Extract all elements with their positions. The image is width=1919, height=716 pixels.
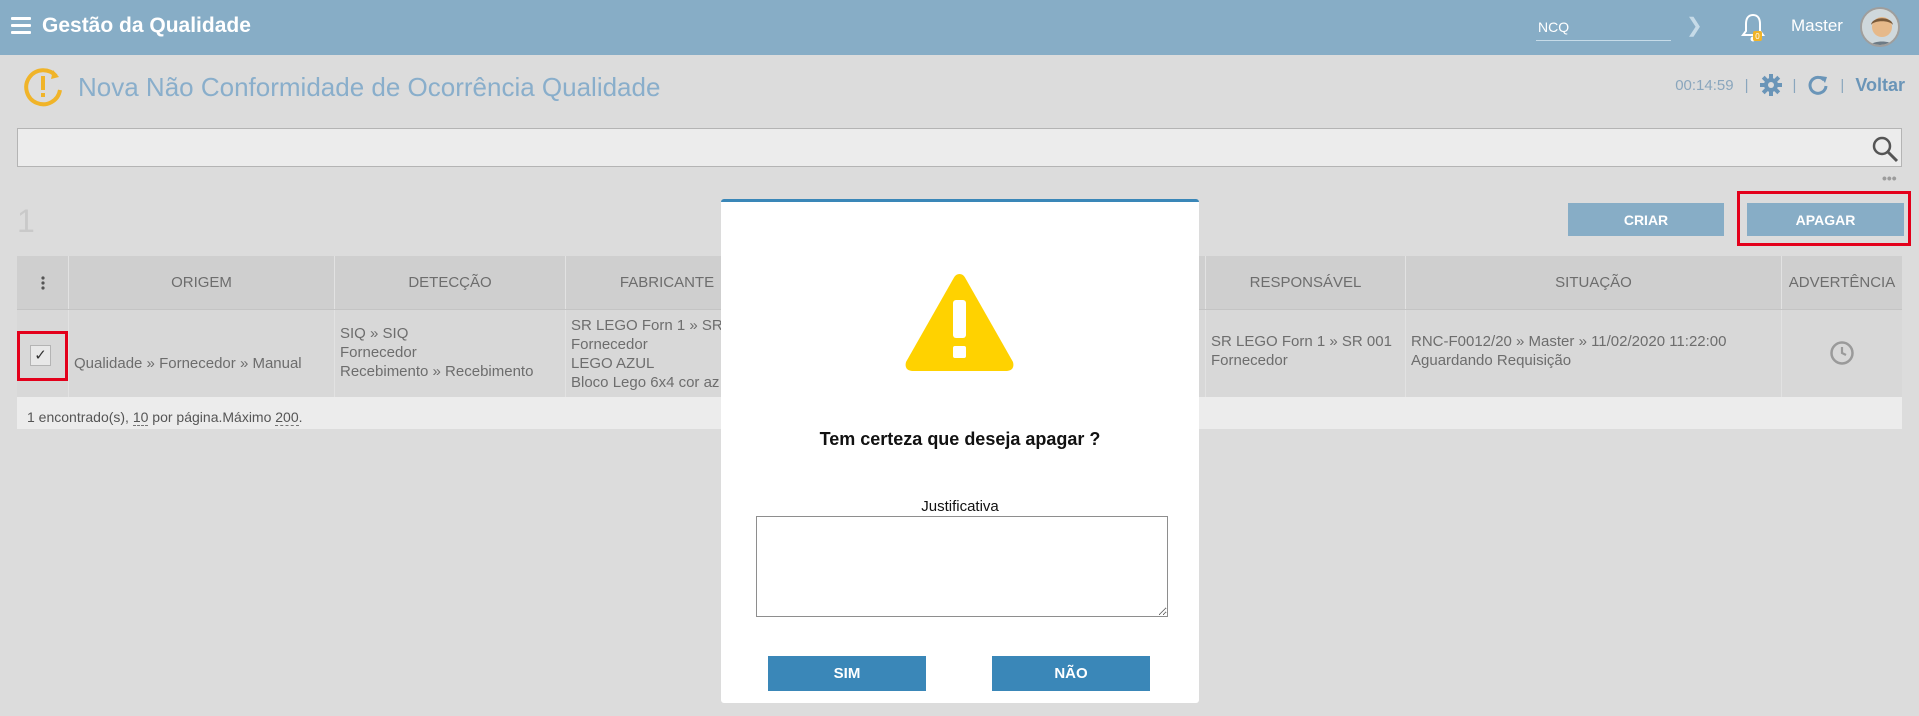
gear-icon[interactable] [1759,74,1782,96]
found-count: 1 encontrado(s), [27,409,133,425]
criar-button[interactable]: CRIAR [1568,203,1724,236]
deteccao-line: SIQ » SIQ [340,325,409,342]
page-title: Nova Não Conformidade de Ocorrência Qual… [78,72,661,102]
cell-situacao: RNC-F0012/20 » Master » 11/02/2020 11:22… [1405,310,1781,397]
justification-textarea[interactable] [756,516,1168,617]
column-header-situacao[interactable]: SITUAÇÃO [1405,256,1781,309]
nao-button[interactable]: NÃO [992,656,1150,691]
responsavel-line: Fornecedor [1211,352,1288,369]
bell-icon[interactable]: 0 [1740,12,1766,44]
situacao-line: Aguardando Requisição [1411,352,1572,369]
more-options-icon[interactable]: ••• [1882,170,1897,186]
refresh-icon[interactable] [1807,74,1829,96]
deteccao-line: Fornecedor [340,344,417,361]
dialog-question: Tem certeza que deseja apagar ? [819,429,1101,449]
origem-text: Qualidade » Fornecedor » Manual [74,355,302,372]
column-header-deteccao[interactable]: DETECÇÃO [334,256,565,309]
notification-badge: 0 [1755,32,1760,41]
justification-label: Justificativa [921,498,999,515]
divider: | [1744,76,1749,94]
app-title: Gestão da Qualidade [42,14,251,37]
confirm-delete-dialog: Tem certeza que deseja apagar ? Justific… [721,199,1199,703]
highlight-checkbox [17,331,68,381]
responsavel-line: SR LEGO Forn 1 » SR 001 [1211,333,1392,350]
top-bar: Gestão da Qualidade ❯ 0 Master [0,0,1919,55]
deteccao-line: Recebimento » Recebimento [340,363,534,380]
clock-icon [1830,341,1854,365]
user-avatar-icon [1862,9,1898,45]
footer-end: . [298,409,303,425]
warning-icon [905,274,1014,371]
filter-search-bar[interactable] [17,128,1902,167]
avatar[interactable] [1860,7,1900,47]
cell-deteccao: SIQ » SIQ Fornecedor Recebimento » Receb… [334,310,565,397]
highlight-apagar [1737,191,1911,246]
column-header-responsavel[interactable]: RESPONSÁVEL [1205,256,1405,309]
ncq-search-input[interactable] [1536,14,1671,41]
user-name[interactable]: Master [1791,16,1843,36]
cell-responsavel: SR LEGO Forn 1 » SR 001 Fornecedor [1205,310,1405,397]
per-page-selector[interactable]: 10 [132,409,149,426]
cell-origem: Qualidade » Fornecedor » Manual [68,310,334,397]
situacao-line: RNC-F0012/20 » Master » 11/02/2020 11:22… [1411,333,1727,350]
pending-clock-icon [24,68,62,107]
column-options-icon[interactable] [17,256,68,309]
divider: | [1840,76,1845,94]
max-selector[interactable]: 200 [275,409,299,426]
sim-button[interactable]: SIM [768,656,926,691]
record-count: 1 [17,203,35,239]
chevron-right-icon[interactable]: ❯ [1686,13,1703,38]
column-header-origem[interactable]: ORIGEM [68,256,334,309]
session-timer: 00:14:59 [1675,76,1734,94]
per-page-text: por página.Máximo [148,409,276,425]
divider: | [1792,76,1797,94]
column-header-advertencia[interactable]: ADVERTÊNCIA [1781,256,1902,309]
back-link[interactable]: Voltar [1855,75,1905,96]
hamburger-menu-icon[interactable] [11,17,31,35]
header-actions: 00:14:59 | | | Voltar [1675,74,1905,96]
search-icon[interactable] [1871,135,1899,163]
cell-advertencia [1781,310,1902,397]
